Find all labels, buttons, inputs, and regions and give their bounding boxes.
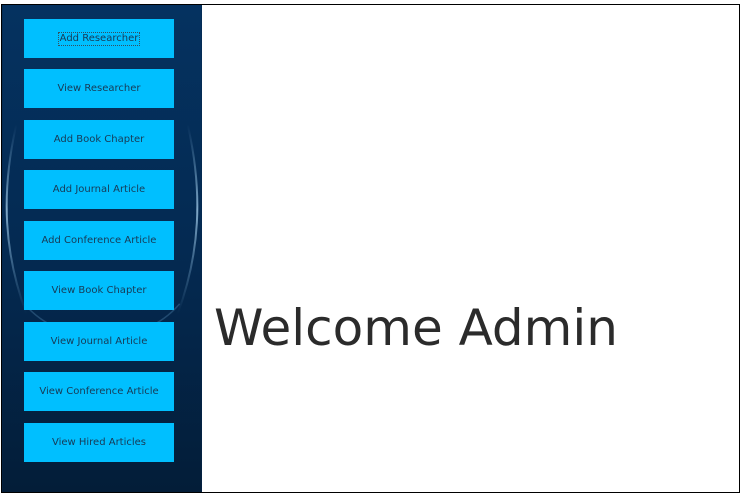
view-book-chapter-label: View Book Chapter — [51, 285, 147, 296]
sidebar: Add Researcher View Researcher Add Book … — [2, 5, 202, 492]
add-conference-article-button[interactable]: Add Conference Article — [24, 221, 174, 260]
app-window: Add Researcher View Researcher Add Book … — [1, 4, 740, 493]
view-journal-article-label: View Journal Article — [50, 336, 148, 347]
view-researcher-label: View Researcher — [57, 83, 141, 94]
view-book-chapter-button[interactable]: View Book Chapter — [24, 271, 174, 310]
view-hired-articles-label: View Hired Articles — [51, 437, 147, 448]
main-content: Welcome Admin — [202, 5, 739, 492]
add-researcher-label: Add Researcher — [57, 32, 141, 46]
add-book-chapter-label: Add Book Chapter — [53, 134, 145, 145]
view-journal-article-button[interactable]: View Journal Article — [24, 322, 174, 361]
add-conference-article-label: Add Conference Article — [41, 235, 157, 246]
add-book-chapter-button[interactable]: Add Book Chapter — [24, 120, 174, 159]
view-researcher-button[interactable]: View Researcher — [24, 69, 174, 108]
add-journal-article-label: Add Journal Article — [52, 184, 146, 195]
view-hired-articles-button[interactable]: View Hired Articles — [24, 423, 174, 462]
add-journal-article-button[interactable]: Add Journal Article — [24, 170, 174, 209]
add-researcher-button[interactable]: Add Researcher — [24, 19, 174, 58]
welcome-heading: Welcome Admin — [214, 299, 618, 357]
view-conference-article-label: View Conference Article — [39, 386, 159, 397]
view-conference-article-button[interactable]: View Conference Article — [24, 372, 174, 411]
